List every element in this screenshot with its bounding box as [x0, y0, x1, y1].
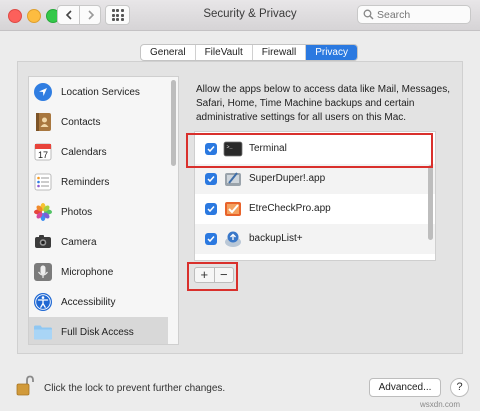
svg-text:17: 17 — [38, 150, 48, 160]
chevron-left-icon — [65, 10, 72, 20]
superduper-icon — [223, 169, 243, 189]
checkmark-icon — [207, 236, 215, 243]
sidebar-item-accessibility[interactable]: Accessibility — [29, 287, 168, 317]
sidebar-item-label: Full Disk Access — [61, 326, 134, 338]
unlocked-padlock-icon — [16, 375, 34, 396]
help-button[interactable]: ? — [450, 378, 469, 397]
back-button[interactable] — [58, 6, 80, 24]
location-arrow-icon — [33, 82, 53, 102]
remove-app-button[interactable]: − — [215, 268, 234, 282]
terminal-icon: >_ — [223, 139, 243, 159]
sidebar-item-contacts[interactable]: Contacts — [29, 107, 168, 137]
microphone-icon — [33, 262, 53, 282]
tab-firewall[interactable]: Firewall — [253, 45, 307, 60]
privacy-category-list: Location Services Contacts 17 Calendars … — [28, 76, 179, 345]
photos-flower-icon — [33, 202, 53, 222]
security-privacy-window: Security & Privacy General FileVault Fir… — [0, 0, 480, 411]
accessibility-icon — [33, 292, 53, 312]
app-name: EtreCheckPro.app — [249, 203, 331, 214]
contacts-book-icon — [33, 112, 53, 132]
folder-icon — [33, 322, 53, 342]
sidebar-item-location-services[interactable]: Location Services — [29, 77, 168, 107]
checkmark-icon — [207, 176, 215, 183]
sidebar-item-full-disk-access[interactable]: Full Disk Access — [29, 317, 168, 344]
app-row-backuplist[interactable]: backupList+ — [195, 224, 435, 254]
tab-filevault[interactable]: FileVault — [196, 45, 253, 60]
search-field[interactable] — [357, 5, 471, 24]
sidebar-item-label: Reminders — [61, 176, 110, 188]
app-row-superduper[interactable]: SuperDuper!.app — [195, 164, 435, 194]
back-forward-buttons — [57, 5, 101, 25]
svg-text:>_: >_ — [227, 145, 234, 151]
sidebar-item-photos[interactable]: Photos — [29, 197, 168, 227]
checkmark-icon — [207, 146, 215, 153]
advanced-button[interactable]: Advanced... — [369, 378, 441, 397]
app-name: Terminal — [249, 143, 287, 154]
minimize-window-button[interactable] — [27, 9, 41, 23]
grid-icon — [111, 9, 124, 21]
tab-bar: General FileVault Firewall Privacy — [140, 44, 358, 61]
search-input[interactable] — [377, 7, 465, 22]
sidebar-item-label: Microphone — [61, 266, 114, 278]
app-checkbox[interactable] — [205, 233, 217, 245]
app-row-etrecheckpro[interactable]: EtreCheckPro.app — [195, 194, 435, 224]
app-list: >_ Terminal SuperDuper!.app EtreCheckPro… — [194, 131, 436, 261]
app-checkbox[interactable] — [205, 143, 217, 155]
backuplist-icon — [223, 229, 243, 249]
sidebar-item-label: Photos — [61, 206, 93, 218]
add-app-button[interactable]: + — [195, 268, 215, 282]
app-row-terminal[interactable]: >_ Terminal — [195, 134, 435, 164]
tab-privacy[interactable]: Privacy — [306, 45, 357, 60]
sidebar-item-calendars[interactable]: 17 Calendars — [29, 137, 168, 167]
window-title: Security & Privacy — [203, 8, 297, 20]
camera-icon — [33, 232, 53, 252]
forward-button[interactable] — [80, 6, 101, 24]
app-name: SuperDuper!.app — [249, 173, 326, 184]
sidebar-item-camera[interactable]: Camera — [29, 227, 168, 257]
chevron-right-icon — [87, 10, 94, 20]
reminders-list-icon — [33, 172, 53, 192]
sidebar-item-label: Contacts — [61, 116, 101, 128]
close-window-button[interactable] — [8, 9, 22, 23]
watermark-text: wsxdn.com — [420, 400, 461, 409]
sidebar-item-label: Accessibility — [61, 296, 116, 308]
etrecheck-icon — [223, 199, 243, 219]
tab-general[interactable]: General — [141, 45, 196, 60]
sidebar-item-label: Calendars — [61, 146, 107, 158]
show-all-button[interactable] — [105, 5, 130, 25]
sidebar-item-microphone[interactable]: Microphone — [29, 257, 168, 287]
sidebar-scrollbar[interactable] — [171, 80, 176, 166]
add-remove-bar: + − — [194, 267, 234, 283]
app-list-scrollbar[interactable] — [428, 165, 433, 240]
title-bar: Security & Privacy — [0, 0, 480, 31]
sidebar-item-reminders[interactable]: Reminders — [29, 167, 168, 197]
app-checkbox[interactable] — [205, 203, 217, 215]
app-name: backupList+ — [249, 233, 303, 244]
app-checkbox[interactable] — [205, 173, 217, 185]
search-icon — [363, 9, 374, 20]
lock-status-text: Click the lock to prevent further change… — [44, 383, 226, 394]
calendar-icon: 17 — [33, 142, 53, 162]
sidebar-item-label: Location Services — [61, 86, 140, 98]
checkmark-icon — [207, 206, 215, 213]
sidebar-item-label: Camera — [61, 236, 97, 248]
lock-button[interactable] — [16, 375, 34, 397]
privacy-description: Allow the apps below to access data like… — [196, 84, 451, 123]
